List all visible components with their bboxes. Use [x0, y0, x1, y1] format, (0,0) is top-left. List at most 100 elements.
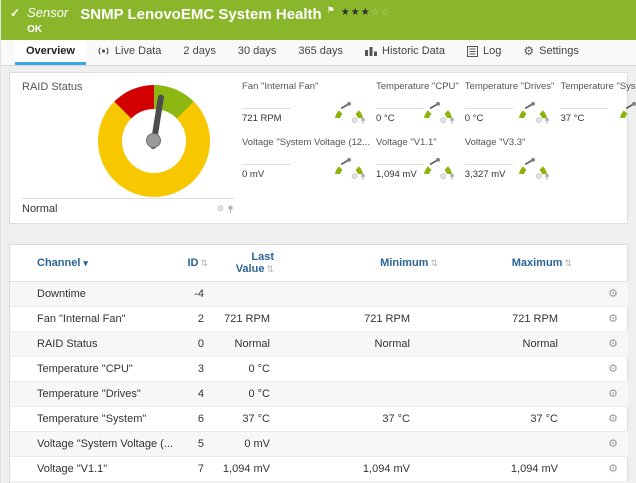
log-icon [467, 46, 478, 57]
tab-live-data[interactable]: Live Data [86, 40, 172, 65]
tab-overview[interactable]: Overview [15, 40, 86, 65]
mini-gauge-panel[interactable]: Fan "Internal Fan" 721 RPM ⚙ [242, 79, 370, 131]
channel-maximum: 721 RPM [448, 307, 598, 332]
tab-30-days[interactable]: 30 days [227, 40, 288, 65]
channel-row[interactable]: Downtime -4 ⚙ [10, 282, 628, 307]
pin-icon[interactable] [544, 173, 550, 181]
column-header-last-value[interactable]: Last Value⇅ [216, 245, 298, 282]
channel-settings-icon[interactable]: ⚙ [608, 413, 618, 425]
channel-minimum: Normal [298, 332, 448, 357]
channel-name: Voltage "System Voltage (... [10, 432, 178, 457]
channel-row[interactable]: Voltage "V1.1" 7 1,094 mV 1,094 mV 1,094… [10, 457, 628, 482]
channel-maximum [448, 382, 598, 407]
channel-last-value [216, 282, 298, 307]
tab-settings[interactable]: ⚙ Settings [512, 40, 590, 65]
mini-gauge-value: 1,094 mV [376, 169, 417, 180]
sort-icon: ⇅ [266, 264, 274, 274]
priority-flag-icon[interactable]: ⚑ [327, 5, 335, 16]
gear-icon[interactable]: ⚙ [217, 205, 224, 213]
channel-id: 6 [178, 407, 216, 432]
channel-id: 0 [178, 332, 216, 357]
channel-last-value: 37 °C [216, 407, 298, 432]
channel-id: 2 [178, 307, 216, 332]
gear-icon[interactable]: ⚙ [440, 117, 447, 125]
gear-icon[interactable]: ⚙ [535, 117, 542, 125]
channel-settings-icon[interactable]: ⚙ [608, 388, 618, 400]
sensor-page: ✓ Sensor OK SNMP LenovoEMC System Health… [0, 0, 636, 483]
mini-gauge-panel[interactable]: Voltage "V3.3" 3,327 mV ⚙ [465, 135, 555, 187]
stars-empty: ☆☆ [371, 7, 391, 18]
mini-gauge-panel[interactable]: Voltage "V1.1" 1,094 mV ⚙ [376, 135, 459, 187]
tab-bar: Overview Live Data 2 days 30 days 365 da… [1, 40, 636, 66]
channel-row[interactable]: Voltage "System Voltage (... 5 0 mV ⚙ [10, 432, 628, 457]
tab-365-days[interactable]: 365 days [287, 40, 354, 65]
tab-2-days[interactable]: 2 days [172, 40, 226, 65]
status-check-icon: ✓ [10, 6, 20, 20]
channel-settings-icon[interactable]: ⚙ [608, 438, 618, 450]
channel-id: 5 [178, 432, 216, 457]
priority-stars[interactable]: ★★★☆☆ [341, 7, 391, 18]
column-header-channel[interactable]: Channel▾ [10, 245, 178, 282]
channel-row[interactable]: Temperature "Drives" 4 0 °C ⚙ [10, 382, 628, 407]
pin-icon[interactable] [360, 173, 366, 181]
tab-label: 365 days [298, 45, 343, 57]
mini-gauge-dial [332, 88, 366, 118]
sort-desc-icon: ▾ [83, 258, 88, 268]
channel-id: 7 [178, 457, 216, 482]
tab-log[interactable]: Log [456, 40, 512, 65]
channel-last-value: 721 RPM [216, 307, 298, 332]
mini-gauge-panel[interactable]: Voltage "System Voltage (12... 0 mV ⚙ [242, 135, 370, 187]
mini-gauge-panel[interactable]: Temperature "Drives" 0 °C ⚙ [465, 79, 555, 131]
gear-icon[interactable]: ⚙ [351, 117, 358, 125]
mini-gauge-panel[interactable]: Temperature "System" 37 °C ⚙ [560, 79, 636, 131]
channel-minimum [298, 382, 448, 407]
channel-settings-icon[interactable]: ⚙ [608, 338, 618, 350]
pin-icon[interactable] [449, 173, 455, 181]
mini-gauge-value: 3,327 mV [465, 169, 506, 180]
tab-label: 30 days [238, 45, 277, 57]
column-header-id[interactable]: ID⇅ [178, 245, 216, 282]
mini-gauge-value: 0 °C [376, 113, 395, 124]
channel-row[interactable]: Temperature "System" 6 37 °C 37 °C 37 °C… [10, 407, 628, 432]
gauge-hub [146, 133, 161, 148]
column-header-maximum[interactable]: Maximum⇅ [448, 245, 598, 282]
channel-settings-icon[interactable]: ⚙ [608, 463, 618, 475]
mini-gauge-value: 721 RPM [242, 113, 282, 124]
channel-minimum [298, 282, 448, 307]
sort-icon: ⇅ [564, 258, 572, 268]
gear-icon[interactable]: ⚙ [440, 173, 447, 181]
channel-row[interactable]: Fan "Internal Fan" 2 721 RPM 721 RPM 721… [10, 307, 628, 332]
channel-last-value: 0 mV [216, 432, 298, 457]
mini-gauge-value: 37 °C [560, 113, 584, 124]
mini-gauge-dial [617, 88, 636, 118]
mini-gauge-grid: Fan "Internal Fan" 721 RPM ⚙ [242, 79, 621, 187]
mini-gauge-dial [421, 144, 455, 174]
pin-icon[interactable] [227, 205, 234, 214]
channel-settings-icon[interactable]: ⚙ [608, 288, 618, 300]
channel-table-panel: Channel▾ ID⇅ Last Value⇅ Minimum⇅ Maximu… [9, 244, 628, 483]
channel-id: -4 [178, 282, 216, 307]
column-header-tools [598, 245, 628, 282]
mini-gauge-panel[interactable]: Temperature "CPU" 0 °C ⚙ [376, 79, 459, 131]
channel-name: Temperature "System" [10, 407, 178, 432]
pin-icon[interactable] [449, 117, 455, 125]
channel-name: Temperature "CPU" [10, 357, 178, 382]
channel-settings-icon[interactable]: ⚙ [608, 363, 618, 375]
gear-icon[interactable]: ⚙ [535, 173, 542, 181]
column-header-minimum[interactable]: Minimum⇅ [298, 245, 448, 282]
pin-icon[interactable] [360, 117, 366, 125]
channel-last-value: 1,094 mV [216, 457, 298, 482]
channel-name: Voltage "V1.1" [10, 457, 178, 482]
page-title: SNMP LenovoEMC System Health [80, 6, 321, 23]
overview-panel: RAID Status Normal ⚙ Fan "Internal Fan" [9, 72, 628, 224]
channel-maximum: Normal [448, 332, 598, 357]
channel-row[interactable]: Temperature "CPU" 3 0 °C ⚙ [10, 357, 628, 382]
live-data-icon [97, 46, 110, 56]
tab-historic-data[interactable]: Historic Data [354, 40, 456, 65]
channel-settings-icon[interactable]: ⚙ [608, 313, 618, 325]
pin-icon[interactable] [544, 117, 550, 125]
channel-minimum: 721 RPM [298, 307, 448, 332]
channel-row[interactable]: RAID Status 0 Normal Normal Normal ⚙ [10, 332, 628, 357]
mini-gauge-dial [332, 144, 366, 174]
gear-icon[interactable]: ⚙ [351, 173, 358, 181]
